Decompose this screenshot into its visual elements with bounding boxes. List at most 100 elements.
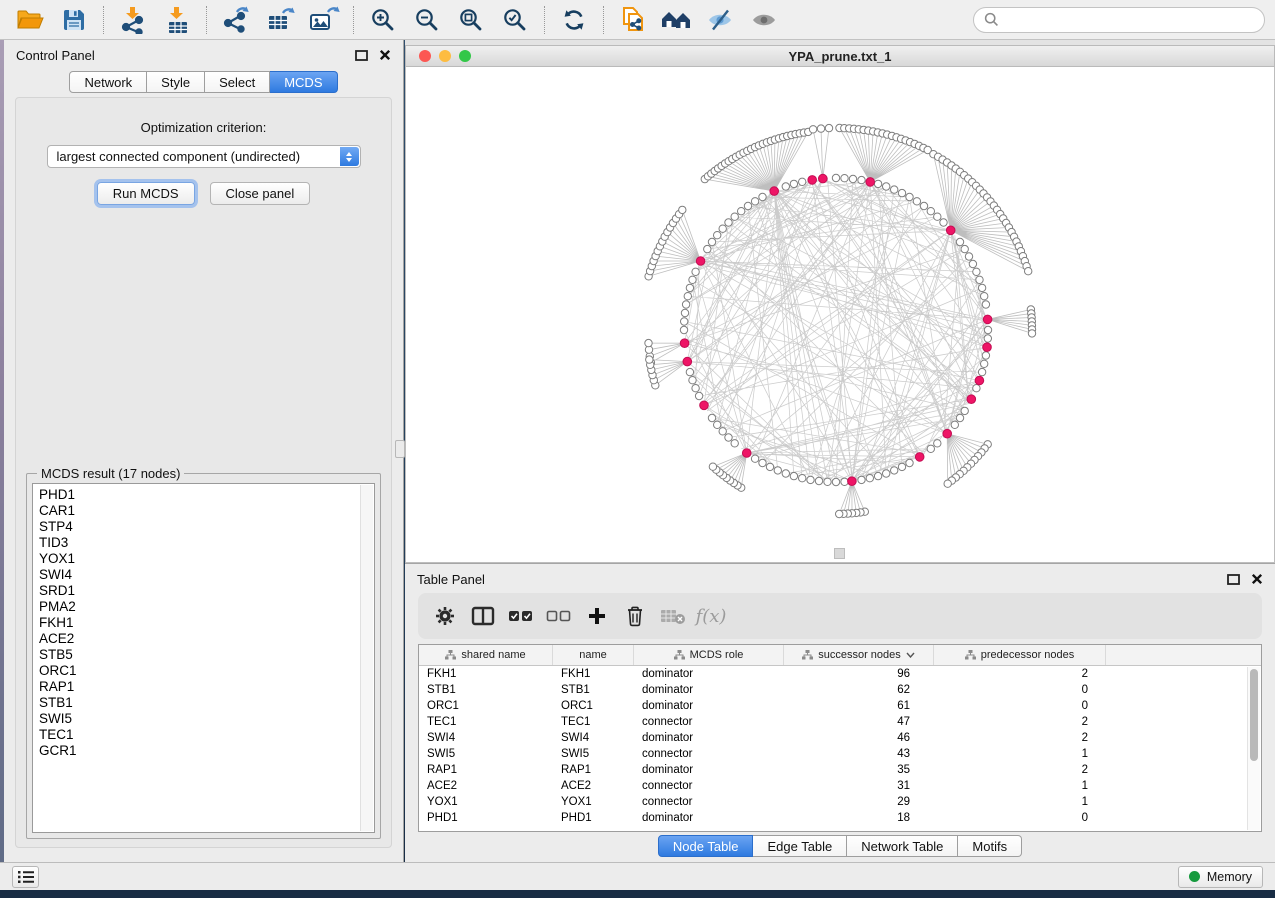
network-node[interactable] xyxy=(883,470,890,477)
network-node[interactable] xyxy=(790,472,797,479)
network-node[interactable] xyxy=(725,219,732,226)
criterion-select[interactable]: largest connected component (undirected) xyxy=(47,145,361,168)
table-scrollbar-thumb[interactable] xyxy=(1250,669,1258,761)
network-node[interactable] xyxy=(645,339,652,346)
mcds-result-item[interactable]: STP4 xyxy=(39,519,374,535)
network-node[interactable] xyxy=(692,385,699,392)
mcds-result-item[interactable]: STB1 xyxy=(39,695,374,711)
mcds-dominator-node[interactable] xyxy=(983,315,992,324)
canvas-resize-handle[interactable] xyxy=(834,548,845,559)
refresh-view-button[interactable] xyxy=(554,4,594,36)
zoom-out-button[interactable] xyxy=(407,4,447,36)
column-header-name[interactable]: name xyxy=(553,645,634,665)
split-table-button[interactable] xyxy=(464,598,502,634)
network-node[interactable] xyxy=(682,301,689,308)
close-table-panel-icon[interactable] xyxy=(1251,573,1263,585)
memory-button[interactable]: Memory xyxy=(1178,866,1263,888)
network-node[interactable] xyxy=(759,193,766,200)
float-panel-icon[interactable] xyxy=(355,50,368,61)
mcds-dominator-node[interactable] xyxy=(967,395,976,404)
network-node[interactable] xyxy=(744,202,751,209)
tab-select[interactable]: Select xyxy=(205,71,270,93)
network-node[interactable] xyxy=(849,175,856,182)
network-node[interactable] xyxy=(874,180,881,187)
column-header-successor-nodes[interactable]: successor nodes xyxy=(784,645,934,665)
first-neighbors-button[interactable] xyxy=(657,4,697,36)
network-node[interactable] xyxy=(874,472,881,479)
network-node[interactable] xyxy=(832,174,839,181)
mcds-result-item[interactable]: RAP1 xyxy=(39,679,374,695)
mcds-dominator-node[interactable] xyxy=(742,449,751,458)
tab-edge-table[interactable]: Edge Table xyxy=(753,835,847,857)
mcds-dominator-node[interactable] xyxy=(770,187,779,196)
network-node[interactable] xyxy=(751,455,758,462)
list-scrollbar[interactable] xyxy=(360,485,373,831)
table-row[interactable]: TEC1TEC1connector472 xyxy=(419,714,1261,730)
network-node[interactable] xyxy=(766,463,773,470)
deselect-all-columns-button[interactable] xyxy=(540,598,578,634)
mcds-dominator-node[interactable] xyxy=(848,477,857,486)
network-node[interactable] xyxy=(981,360,988,367)
mcds-result-item[interactable]: YOX1 xyxy=(39,551,374,567)
network-node[interactable] xyxy=(927,445,934,452)
tab-node-table[interactable]: Node Table xyxy=(658,835,754,857)
network-node[interactable] xyxy=(891,186,898,193)
network-node[interactable] xyxy=(984,326,991,333)
network-node[interactable] xyxy=(1025,268,1032,275)
mcds-result-item[interactable]: FKH1 xyxy=(39,615,374,631)
table-row[interactable]: FKH1FKH1dominator962 xyxy=(419,666,1261,682)
network-node[interactable] xyxy=(708,238,715,245)
mcds-result-item[interactable]: CAR1 xyxy=(39,503,374,519)
maximize-window-icon[interactable] xyxy=(459,50,471,62)
network-node[interactable] xyxy=(940,219,947,226)
tab-style[interactable]: Style xyxy=(147,71,205,93)
network-node[interactable] xyxy=(825,124,832,131)
network-node[interactable] xyxy=(836,510,843,517)
network-node[interactable] xyxy=(807,476,814,483)
network-node[interactable] xyxy=(961,245,968,252)
float-table-panel-icon[interactable] xyxy=(1227,574,1240,585)
mcds-result-item[interactable]: SRD1 xyxy=(39,583,374,599)
mcds-result-item[interactable]: GCR1 xyxy=(39,743,374,759)
network-node[interactable] xyxy=(692,268,699,275)
network-node[interactable] xyxy=(782,470,789,477)
network-node[interactable] xyxy=(976,276,983,283)
network-node[interactable] xyxy=(978,368,985,375)
search-input[interactable] xyxy=(1005,12,1254,27)
mcds-dominator-node[interactable] xyxy=(943,429,952,438)
network-node[interactable] xyxy=(689,377,696,384)
mcds-result-item[interactable]: PHD1 xyxy=(39,487,374,503)
network-node[interactable] xyxy=(799,178,806,185)
table-row[interactable]: YOX1YOX1connector291 xyxy=(419,794,1261,810)
network-node[interactable] xyxy=(1028,330,1035,337)
network-node[interactable] xyxy=(961,407,968,414)
network-node[interactable] xyxy=(686,368,693,375)
network-node[interactable] xyxy=(832,478,839,485)
network-node[interactable] xyxy=(984,335,991,342)
network-node[interactable] xyxy=(891,467,898,474)
mcds-dominator-node[interactable] xyxy=(975,376,984,385)
table-row[interactable]: ACE2ACE2connector311 xyxy=(419,778,1261,794)
table-row[interactable]: STB1STB1dominator620 xyxy=(419,682,1261,698)
mcds-dominator-node[interactable] xyxy=(866,178,875,187)
network-node[interactable] xyxy=(679,206,686,213)
open-file-button[interactable] xyxy=(10,4,50,36)
zoom-selected-button[interactable] xyxy=(495,4,535,36)
network-canvas[interactable] xyxy=(405,67,1275,563)
export-network-button[interactable] xyxy=(216,4,256,36)
network-node[interactable] xyxy=(906,459,913,466)
network-node[interactable] xyxy=(906,193,913,200)
network-node[interactable] xyxy=(898,463,905,470)
import-table-button[interactable] xyxy=(157,4,197,36)
zoom-in-button[interactable] xyxy=(363,4,403,36)
table-row[interactable]: PHD1PHD1dominator180 xyxy=(419,810,1261,826)
network-node[interactable] xyxy=(738,208,745,215)
network-node[interactable] xyxy=(969,260,976,267)
network-node[interactable] xyxy=(913,198,920,205)
network-node[interactable] xyxy=(774,467,781,474)
table-row[interactable]: SWI5SWI5connector431 xyxy=(419,746,1261,762)
task-history-button[interactable] xyxy=(12,866,39,888)
import-network-button[interactable] xyxy=(113,4,153,36)
mcds-dominator-node[interactable] xyxy=(696,257,705,266)
network-node[interactable] xyxy=(719,225,726,232)
